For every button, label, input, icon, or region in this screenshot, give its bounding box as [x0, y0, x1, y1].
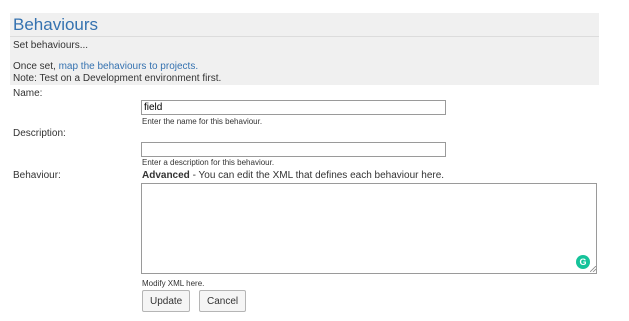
advanced-note: Advanced - You can edit the XML that def… — [142, 170, 444, 181]
advanced-bold-text: Advanced — [142, 170, 190, 181]
grammarly-letter: G — [579, 256, 587, 267]
behaviour-label: Behaviour: — [13, 170, 61, 181]
name-label: Name: — [13, 88, 43, 99]
title-divider — [10, 36, 599, 37]
description-label: Description: — [13, 128, 66, 139]
xml-hint: Modify XML here. — [142, 279, 205, 288]
update-button[interactable]: Update — [142, 290, 191, 312]
description-hint: Enter a description for this behaviour. — [142, 158, 275, 167]
description-input[interactable] — [141, 142, 446, 157]
map-behaviours-link[interactable]: map the behaviours to projects. — [59, 61, 199, 72]
grammarly-icon[interactable]: G — [576, 255, 590, 269]
xml-textarea[interactable] — [141, 183, 597, 274]
resize-grip-icon[interactable] — [590, 266, 596, 272]
name-input[interactable] — [141, 100, 446, 115]
note-text: Note: Test on a Development environment … — [13, 73, 222, 84]
name-hint: Enter the name for this behaviour. — [142, 117, 263, 126]
page-title: Behaviours — [13, 15, 99, 34]
advanced-text: - You can edit the XML that defines each… — [189, 170, 445, 181]
description-line: Once set, map the behaviours to projects… — [13, 61, 198, 72]
description-prefix: Once set, — [13, 61, 59, 72]
cancel-button[interactable]: Cancel — [199, 290, 247, 312]
page-subtitle: Set behaviours... — [13, 40, 89, 51]
